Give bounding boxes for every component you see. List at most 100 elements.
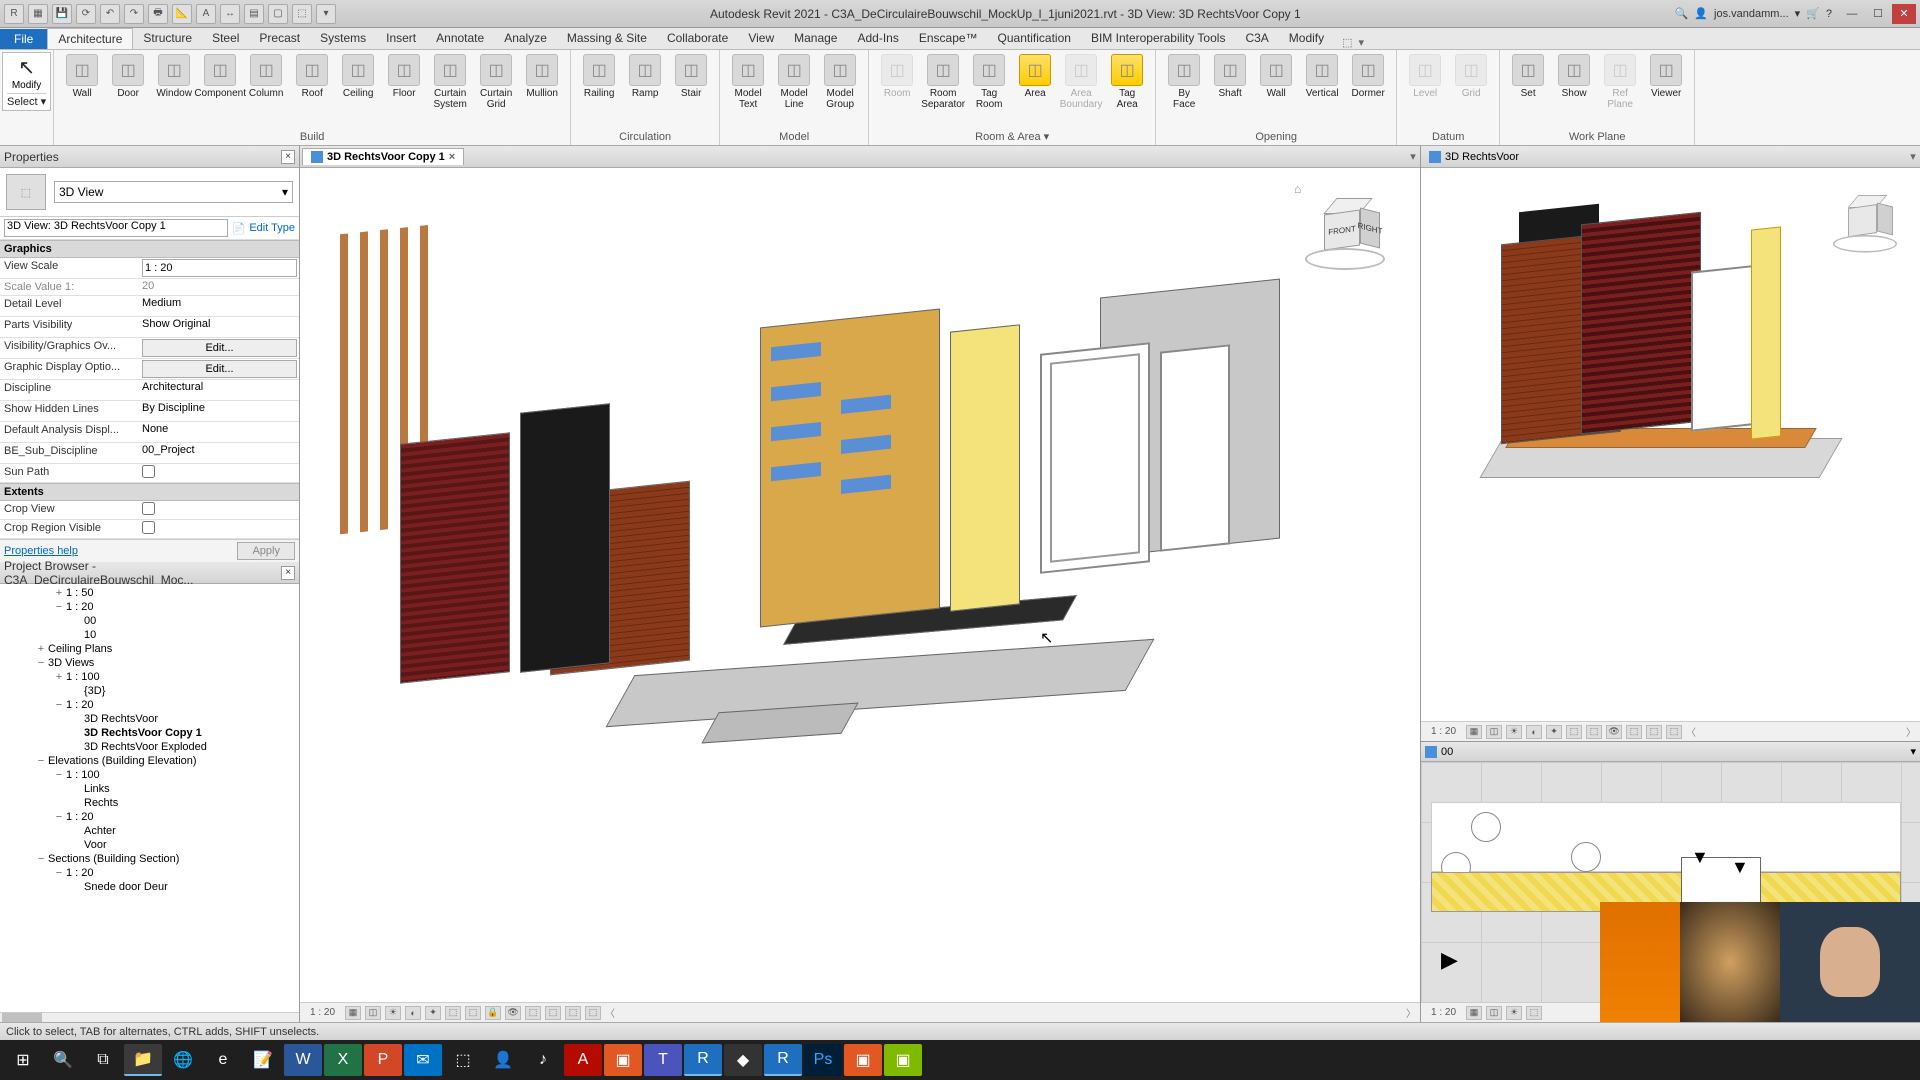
section-arrow-1[interactable]: ▼ [1691, 847, 1709, 868]
tree-item[interactable]: +1 : 100 [0, 670, 299, 684]
prop-dropdown[interactable]: None [142, 423, 297, 441]
help-icon[interactable]: ? [1826, 8, 1832, 20]
ribbon-tab-enscape-[interactable]: Enscape™ [909, 28, 988, 49]
prop-dropdown[interactable]: Show Original [142, 318, 297, 336]
properties-help-link[interactable]: Properties help [4, 545, 78, 557]
layer-window-frame[interactable] [1040, 342, 1150, 574]
ribbon-tab-steel[interactable]: Steel [202, 28, 249, 49]
qat-more[interactable]: ▾ [316, 4, 336, 24]
ribbon-window[interactable]: ◫Window [152, 52, 196, 101]
prop-dropdown[interactable]: Architectural [142, 381, 297, 399]
tree-item[interactable]: {3D} [0, 684, 299, 698]
instance-combo[interactable]: 3D View: 3D RechtsVoor Copy 1 [4, 219, 228, 237]
dynamo[interactable]: ◆ [724, 1044, 762, 1076]
view-tab-active[interactable]: 3D RechtsVoor Copy 1 × [302, 148, 464, 165]
ribbon-tab-architecture[interactable]: Architecture [47, 28, 133, 49]
view-tab-close-icon[interactable]: × [449, 151, 455, 163]
vc-crop[interactable]: ⬚ [445, 1006, 461, 1020]
tree-item[interactable]: +1 : 50 [0, 586, 299, 600]
ribbon-viewer[interactable]: ◫Viewer [1644, 52, 1688, 101]
tree-twisty-icon[interactable]: − [36, 755, 46, 767]
properties-close-icon[interactable]: × [281, 150, 295, 164]
ribbon-shaft[interactable]: ◫Shaft [1208, 52, 1252, 101]
vc-style[interactable]: ◫ [365, 1006, 381, 1020]
ribbon-tab-manage[interactable]: Manage [784, 28, 847, 49]
qat-undo[interactable]: ↶ [100, 4, 120, 24]
viewcube-front[interactable]: FRONT [1324, 209, 1360, 250]
qat-text[interactable]: A [196, 4, 216, 24]
vc-reveal[interactable]: ⬚ [525, 1006, 541, 1020]
prop-edit-button[interactable]: Edit... [142, 339, 297, 357]
tree-item[interactable]: 00 [0, 614, 299, 628]
cart-icon[interactable]: 🛒 [1806, 7, 1820, 20]
ribbon-tab-add-ins[interactable]: Add-Ins [847, 28, 908, 49]
vc-hide[interactable]: 👁 [505, 1006, 521, 1020]
qat-thin[interactable]: ▤ [244, 4, 264, 24]
edit-type-link[interactable]: Edit Type [249, 222, 295, 234]
search-icon[interactable]: 🔍 [1675, 7, 1689, 20]
ribbon-mullion[interactable]: ◫Mullion [520, 52, 564, 101]
vc-constraints[interactable]: ⬚ [545, 1006, 561, 1020]
browser-close-icon[interactable]: × [281, 566, 295, 580]
tree-twisty-icon[interactable]: + [36, 643, 46, 655]
user-dropdown-icon[interactable]: ▾ [1795, 7, 1801, 20]
tree-twisty-icon[interactable]: − [36, 657, 46, 669]
qat-redo[interactable]: ↷ [124, 4, 144, 24]
maximize-button[interactable]: ☐ [1866, 4, 1890, 24]
viewcube-home-icon[interactable]: ⌂ [1294, 182, 1301, 196]
tree-item[interactable]: 10 [0, 628, 299, 642]
vc-shadow[interactable]: ◐ [405, 1006, 421, 1020]
ribbon-tab-c3a[interactable]: C3A [1235, 28, 1278, 49]
select-dropdown[interactable]: Select ▾ [7, 93, 46, 108]
file-tab[interactable]: File [0, 29, 47, 49]
plan-view-dropdown[interactable]: ▾ [1910, 745, 1916, 758]
ribbon-tab-structure[interactable]: Structure [133, 28, 202, 49]
ribbon-tab-systems[interactable]: Systems [310, 28, 376, 49]
tree-item[interactable]: −1 : 20 [0, 810, 299, 824]
ribbon-curtain-grid[interactable]: ◫CurtainGrid [474, 52, 518, 112]
right-3d-canvas[interactable] [1421, 168, 1920, 721]
file-explorer[interactable]: 📁 [124, 1044, 162, 1076]
tree-item[interactable]: 3D RechtsVoor Exploded [0, 740, 299, 754]
prop-checkbox[interactable] [142, 465, 155, 478]
app-menu-button[interactable]: R [4, 4, 24, 24]
revit-1[interactable]: R [684, 1044, 722, 1076]
qat-dim[interactable]: ↔ [220, 4, 240, 24]
ribbon-wall[interactable]: ◫Wall [1254, 52, 1298, 101]
tree-item[interactable]: −Sections (Building Section) [0, 852, 299, 866]
tree-item[interactable]: Rechts [0, 796, 299, 810]
modify-tool[interactable]: ↖ Modify Select ▾ [2, 52, 51, 111]
view-scale[interactable]: 1 : 20 [304, 1007, 341, 1018]
start-button[interactable]: ⊞ [4, 1044, 42, 1076]
ribbon-model-line[interactable]: ◫ModelLine [772, 52, 816, 112]
layer-insulation[interactable] [950, 324, 1020, 611]
right-view-dropdown[interactable]: ▾ [1906, 150, 1920, 163]
ribbon-model-text[interactable]: ◫ModelText [726, 52, 770, 112]
qat-measure[interactable]: 📐 [172, 4, 192, 24]
ribbon-vertical[interactable]: ◫Vertical [1300, 52, 1344, 101]
ribbon-dropdown-icon[interactable]: ▾ [1359, 36, 1365, 49]
ribbon-tab-modify[interactable]: Modify [1279, 28, 1334, 49]
ribbon-roof[interactable]: ◫Roof [290, 52, 334, 101]
edge[interactable]: e [204, 1044, 242, 1076]
teams[interactable]: T [644, 1044, 682, 1076]
right-view-scale[interactable]: 1 : 20 [1425, 726, 1462, 737]
layer-membrane[interactable] [520, 403, 610, 672]
ribbon-component[interactable]: ◫Component [198, 52, 242, 101]
tree-twisty-icon[interactable]: − [54, 811, 64, 823]
main-3d-canvas[interactable]: ⌂ FRONT RIGHT [300, 168, 1420, 1002]
tree-twisty-icon[interactable]: − [54, 699, 64, 711]
ribbon-wall[interactable]: ◫Wall [60, 52, 104, 101]
task-view[interactable]: ⧉ [84, 1044, 122, 1076]
section-arrow-2[interactable]: ▼ [1731, 857, 1749, 878]
qat-print[interactable]: 🖶 [148, 4, 168, 24]
ribbon-column[interactable]: ◫Column [244, 52, 288, 101]
prop-dropdown[interactable]: 00_Project [142, 444, 297, 462]
ribbon-tab-massing-site[interactable]: Massing & Site [557, 28, 657, 49]
ribbon-tab-view[interactable]: View [738, 28, 784, 49]
excel[interactable]: X [324, 1044, 362, 1076]
qat-save[interactable]: 💾 [52, 4, 72, 24]
tree-item[interactable]: −1 : 20 [0, 866, 299, 880]
viewcube-right[interactable]: RIGHT [1360, 208, 1380, 249]
word[interactable]: W [284, 1044, 322, 1076]
